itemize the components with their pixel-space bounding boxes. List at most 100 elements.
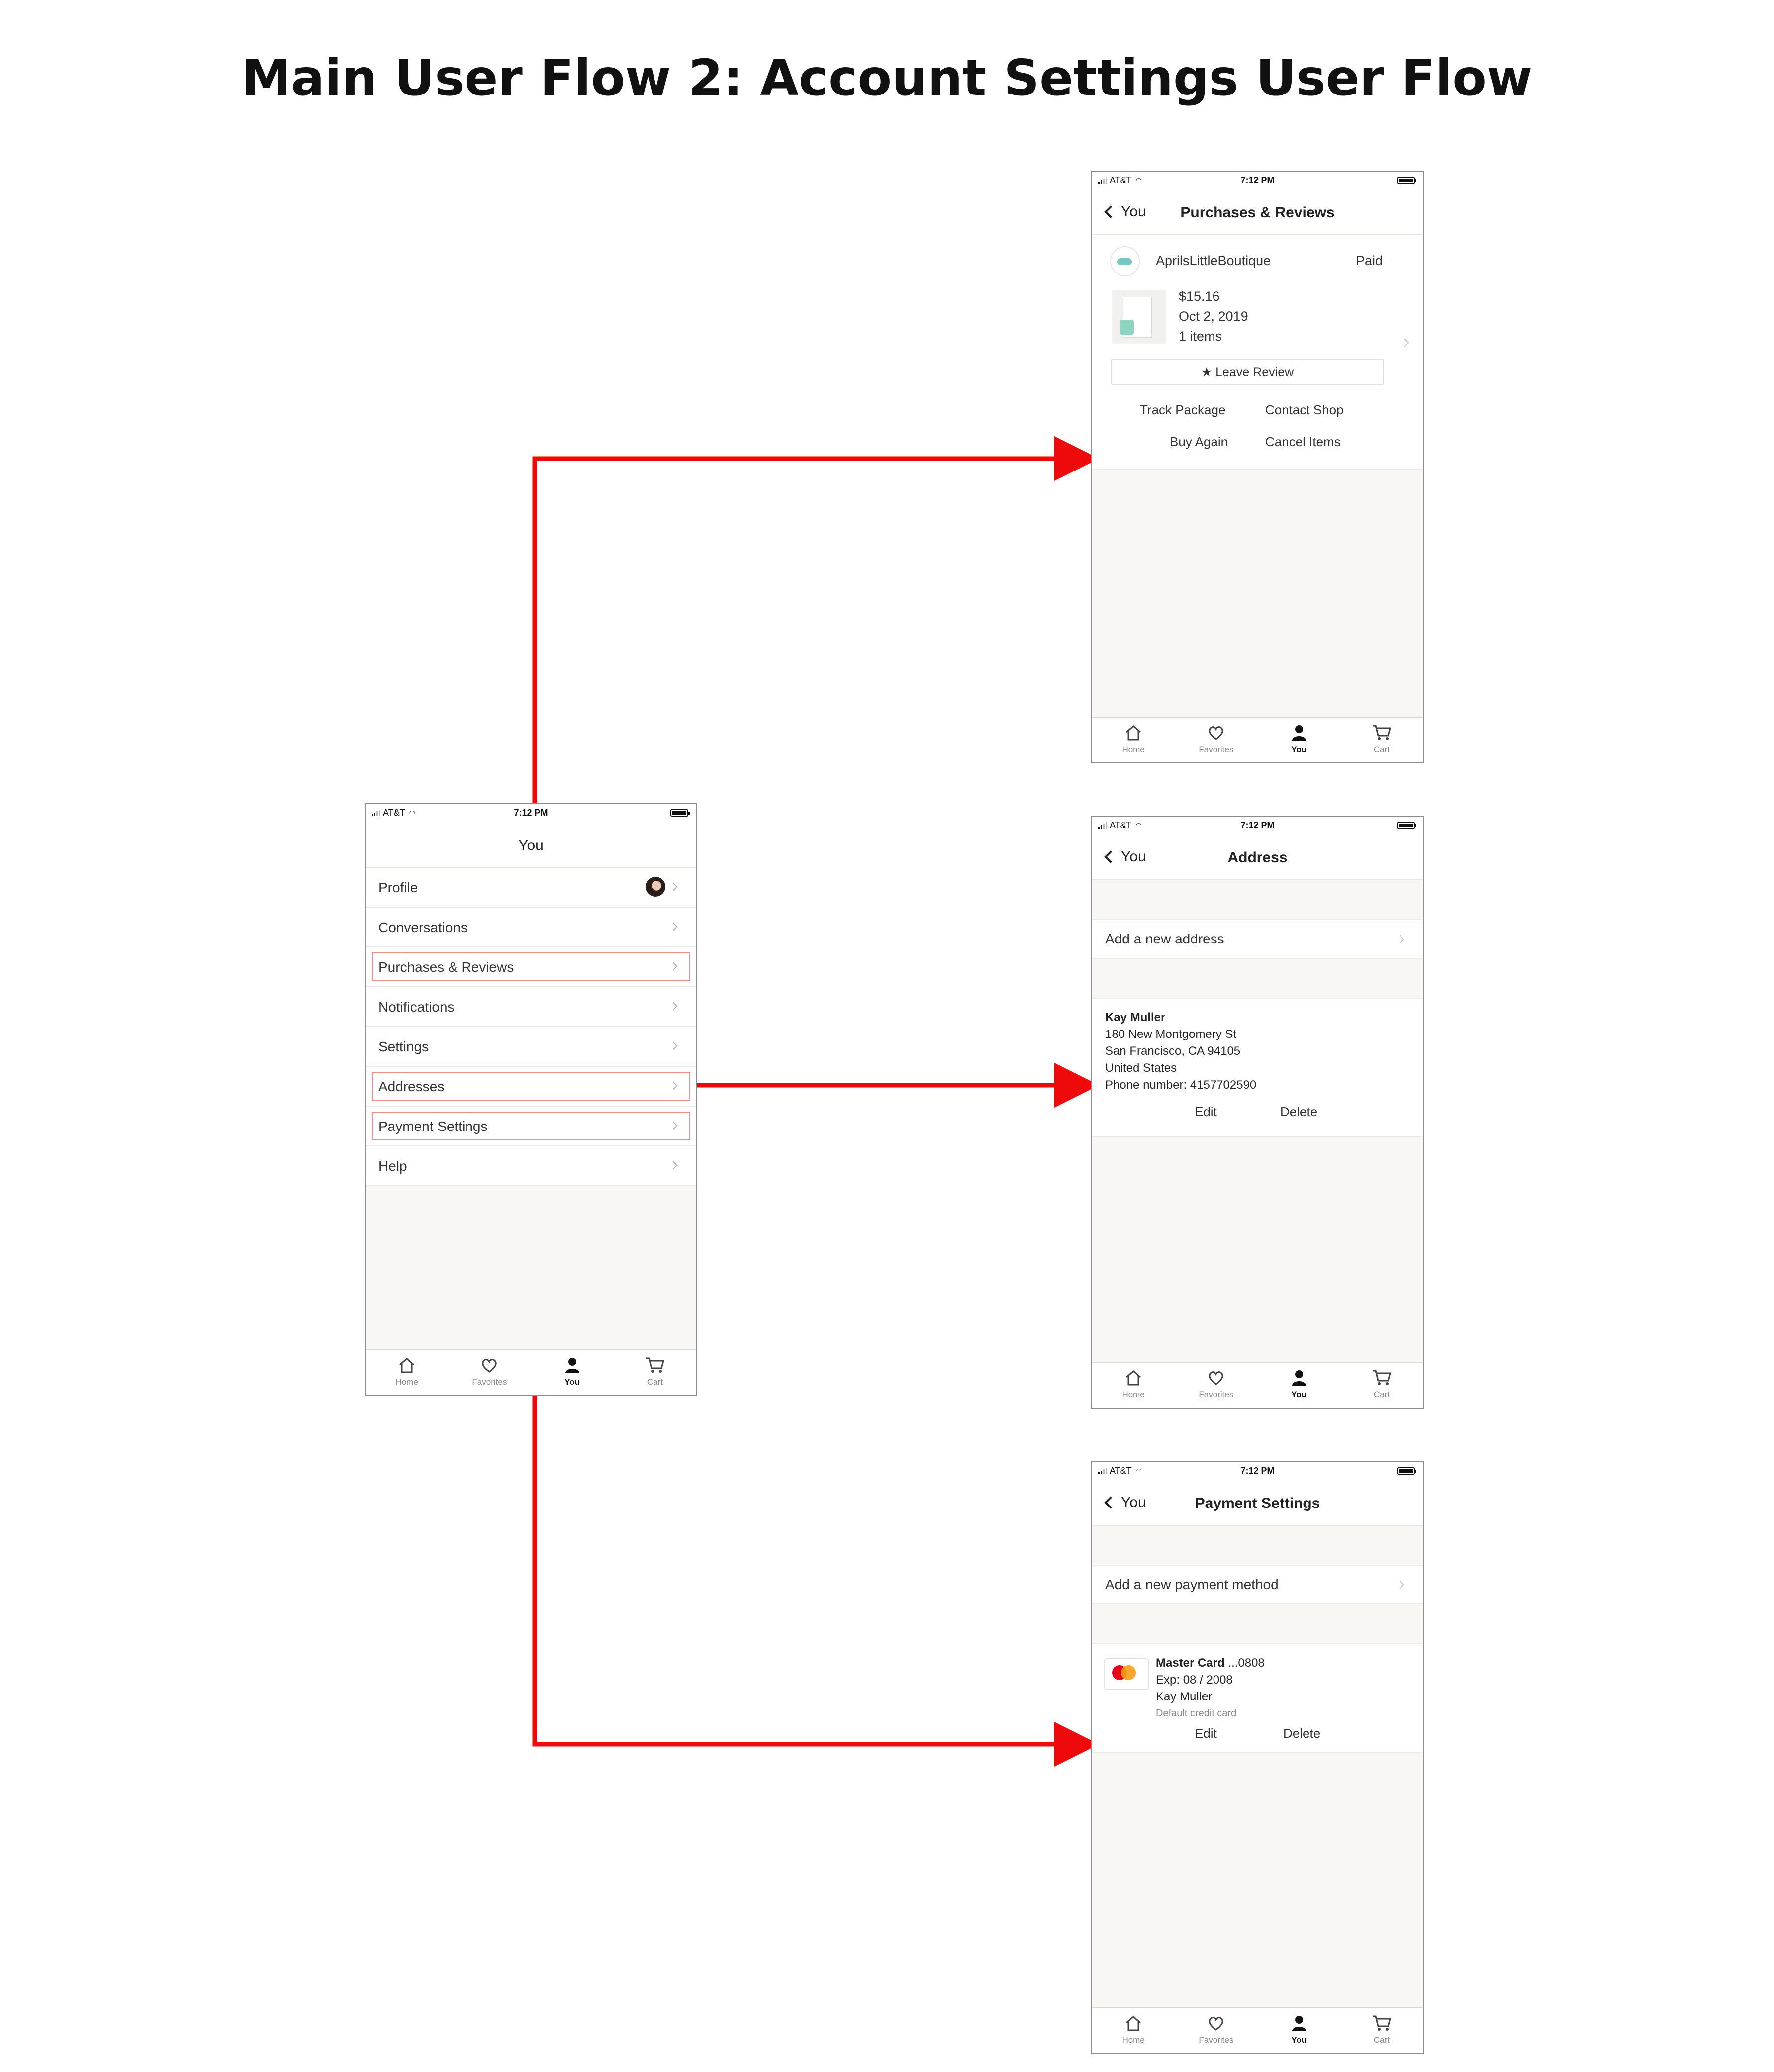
chevron-right-icon xyxy=(1396,935,1404,943)
nav-title: Payment Settings xyxy=(1195,1495,1320,1511)
address-country: United States xyxy=(1105,1061,1177,1075)
status-time: 7:12 PM xyxy=(1240,1466,1275,1476)
track-package-button[interactable]: Track Package xyxy=(1140,402,1225,418)
edit-card-button[interactable]: Edit xyxy=(1195,1726,1217,1741)
payment-screen: AT&T ◠ 7:12 PM You Payment Settings Add a… xyxy=(1091,1461,1424,2054)
leave-review-button[interactable]: ★ Leave Review xyxy=(1111,359,1384,385)
home-icon xyxy=(1126,725,1141,741)
chevron-right-icon xyxy=(669,1081,678,1090)
add-payment-label: Add a new payment method xyxy=(1105,1577,1279,1592)
tab-you[interactable]: You xyxy=(531,1350,614,1395)
menu-item-label: Profile xyxy=(378,880,418,895)
address-name: Kay Muller xyxy=(1105,1011,1166,1024)
tab-cart[interactable]: Cart xyxy=(614,1350,696,1395)
delete-address-button[interactable]: Delete xyxy=(1280,1104,1317,1120)
order-card[interactable]: AprilsLittleBoutique Paid $15.16 Oct 2, … xyxy=(1092,235,1423,470)
chevron-right-icon xyxy=(669,962,678,971)
tab-cart[interactable]: Cart xyxy=(1340,718,1423,762)
person-icon xyxy=(1292,1370,1306,1386)
nav-title: Purchases & Reviews xyxy=(1180,204,1335,221)
tab-favorites[interactable]: Favorites xyxy=(1175,718,1257,762)
tab-label: Cart xyxy=(647,1377,663,1387)
cancel-items-button[interactable]: Cancel Items xyxy=(1265,434,1341,450)
status-time: 7:12 PM xyxy=(514,808,548,818)
tab-label: Home xyxy=(1122,745,1145,754)
add-address-row[interactable]: Add a new address xyxy=(1092,919,1423,959)
tab-you[interactable]: You xyxy=(1258,1363,1340,1408)
purchases-screen: AT&T ◠ 7:12 PM You Purchases & Reviews Ap… xyxy=(1091,171,1424,763)
menu-item-profile[interactable]: Profile xyxy=(366,868,696,908)
card-holder: Kay Muller xyxy=(1156,1690,1213,1703)
tab-home[interactable]: Home xyxy=(1092,1363,1175,1408)
tab-label: Favorites xyxy=(1199,2035,1234,2045)
address-card: Kay Muller 180 New Montgomery St San Fra… xyxy=(1092,998,1423,1137)
tab-bar: Home Favorites You Cart xyxy=(1092,2007,1423,2053)
avatar xyxy=(646,877,665,897)
address-street: 180 New Montgomery St xyxy=(1105,1028,1237,1041)
menu-item-purchases-reviews[interactable]: Purchases & Reviews xyxy=(366,947,696,987)
edit-address-button[interactable]: Edit xyxy=(1195,1104,1217,1120)
status-bar: AT&T ◠ 7:12 PM xyxy=(1092,172,1423,189)
mastercard-icon xyxy=(1104,1658,1149,1690)
address-city: San Francisco, CA 94105 xyxy=(1105,1044,1241,1058)
menu-item-addresses[interactable]: Addresses xyxy=(366,1067,696,1107)
tab-favorites[interactable]: Favorites xyxy=(448,1350,531,1395)
battery-icon xyxy=(1397,822,1416,829)
cart-icon xyxy=(1372,725,1391,740)
delete-card-button[interactable]: Delete xyxy=(1283,1726,1320,1741)
tab-label: Home xyxy=(1122,1390,1145,1399)
shop-name: AprilsLittleBoutique xyxy=(1156,253,1271,268)
order-price: $15.16 xyxy=(1179,289,1220,304)
address-screen: AT&T ◠ 7:12 PM You Address Add a new addr… xyxy=(1091,816,1424,1409)
status-bar: AT&T ◠ 7:12 PM xyxy=(366,804,696,822)
tab-label: You xyxy=(1291,1390,1307,1399)
menu-item-help[interactable]: Help xyxy=(366,1146,696,1186)
home-icon xyxy=(399,1358,415,1373)
tab-cart[interactable]: Cart xyxy=(1340,2008,1423,2053)
status-bar: AT&T ◠ 7:12 PM xyxy=(1092,817,1423,835)
menu-item-label: Settings xyxy=(378,1039,429,1054)
menu-item-notifications[interactable]: Notifications xyxy=(366,987,696,1027)
heart-icon xyxy=(1209,1371,1224,1385)
tab-label: Cart xyxy=(1373,745,1390,754)
tab-label: Cart xyxy=(1373,1390,1390,1399)
tab-bar: Home Favorites You Cart xyxy=(1092,1362,1423,1408)
contact-shop-button[interactable]: Contact Shop xyxy=(1265,402,1344,418)
tab-favorites[interactable]: Favorites xyxy=(1175,2008,1257,2053)
tab-bar: Home Favorites You Cart xyxy=(1092,717,1423,762)
home-icon xyxy=(1126,2016,1141,2031)
heart-icon xyxy=(1209,726,1224,740)
chevron-right-icon xyxy=(669,1041,678,1050)
tab-home[interactable]: Home xyxy=(366,1350,448,1395)
tab-label: Cart xyxy=(1373,2035,1390,2045)
menu-item-payment-settings[interactable]: Payment Settings xyxy=(366,1107,696,1146)
status-time: 7:12 PM xyxy=(1240,175,1275,185)
menu-item-conversations[interactable]: Conversations xyxy=(366,908,696,947)
tab-favorites[interactable]: Favorites xyxy=(1175,1363,1257,1408)
battery-icon xyxy=(1397,177,1416,184)
menu-item-label: Purchases & Reviews xyxy=(378,959,514,975)
chevron-right-icon xyxy=(1401,338,1409,347)
person-icon xyxy=(565,1358,579,1373)
menu-item-label: Help xyxy=(378,1158,407,1174)
tab-home[interactable]: Home xyxy=(1092,2008,1175,2053)
tab-you[interactable]: You xyxy=(1258,718,1340,762)
tab-label: You xyxy=(564,1377,580,1387)
battery-icon xyxy=(670,809,690,817)
card-expiry: Exp: 08 / 2008 xyxy=(1156,1673,1233,1687)
tab-you[interactable]: You xyxy=(1258,2008,1340,2053)
add-payment-row[interactable]: Add a new payment method xyxy=(1092,1565,1423,1604)
battery-icon xyxy=(1397,1467,1416,1475)
cart-icon xyxy=(646,1357,664,1373)
cart-icon xyxy=(1372,1370,1391,1385)
chevron-right-icon xyxy=(669,882,678,891)
buy-again-button[interactable]: Buy Again xyxy=(1170,434,1228,450)
tab-label: Favorites xyxy=(1199,1390,1234,1399)
card-title: Master Card ...0808 xyxy=(1156,1656,1265,1670)
status-bar: AT&T ◠ 7:12 PM xyxy=(1092,1462,1423,1480)
home-icon xyxy=(1126,1370,1141,1386)
menu-item-settings[interactable]: Settings xyxy=(366,1027,696,1067)
order-status: Paid xyxy=(1356,253,1383,268)
tab-home[interactable]: Home xyxy=(1092,718,1175,762)
tab-cart[interactable]: Cart xyxy=(1340,1363,1423,1408)
